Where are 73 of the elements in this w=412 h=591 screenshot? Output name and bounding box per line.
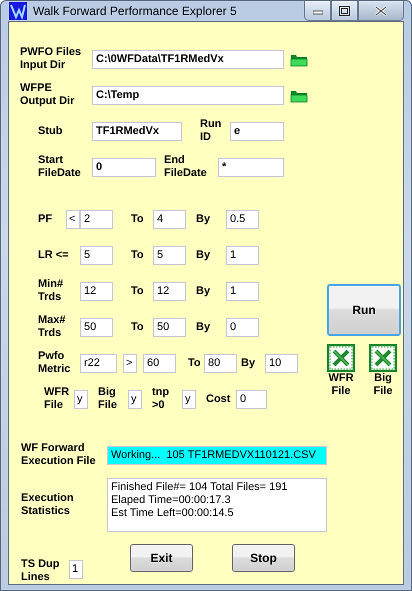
input-field[interactable]: 60 — [143, 354, 176, 372]
input-field[interactable]: 5 — [80, 246, 113, 264]
input-field[interactable]: 5 — [153, 246, 186, 264]
field-label: Start FileDate — [38, 154, 82, 180]
input-field[interactable]: 1 — [226, 282, 259, 300]
field-label: To — [131, 212, 145, 226]
field-label: By — [196, 212, 212, 226]
field-label: To — [131, 284, 145, 298]
action-button[interactable]: Stop — [232, 544, 295, 572]
maximize-button[interactable] — [331, 1, 358, 21]
icon-label: WFR File — [328, 372, 354, 398]
input-field[interactable]: 0 — [236, 390, 267, 408]
input-field[interactable]: 4 — [153, 210, 186, 228]
close-button[interactable] — [358, 1, 404, 21]
input-field[interactable]: y — [128, 390, 142, 408]
field-label: By — [196, 248, 212, 262]
input-field[interactable]: < — [66, 210, 80, 228]
input-field[interactable]: 10 — [265, 354, 298, 372]
field-label: PF — [38, 212, 52, 226]
field-label: PWFO Files Input Dir — [20, 46, 82, 72]
input-field[interactable]: TF1RMedVx — [92, 122, 182, 140]
field-label: To — [131, 320, 145, 334]
input-field[interactable]: 0 — [226, 318, 259, 336]
spreadsheet-icon[interactable] — [369, 344, 397, 372]
field-label: By — [196, 284, 212, 298]
minimize-button[interactable] — [304, 1, 331, 21]
field-label: To — [188, 356, 202, 370]
field-label: WFR File — [44, 386, 70, 412]
input-field[interactable]: C:\Temp — [92, 86, 284, 104]
field-label: Pwfo Metric — [38, 350, 70, 376]
close-icon — [375, 6, 387, 16]
field-label: Min# Trds — [38, 278, 64, 304]
input-field[interactable]: 50 — [80, 318, 113, 336]
statistics-box[interactable]: Finished File#= 104 Total Files= 191 Elaped Time=00:00:17.3 Est Time Left=00:00:14.5 — [107, 478, 327, 532]
input-field[interactable]: 80 — [204, 354, 237, 372]
app-logo-icon — [9, 2, 27, 20]
input-field[interactable]: 12 — [153, 282, 186, 300]
field-label: Max# Trds — [38, 314, 66, 340]
field-label: tnp >0 — [152, 386, 170, 412]
field-label: To — [131, 248, 145, 262]
input-field[interactable]: 0.5 — [226, 210, 259, 228]
input-field[interactable]: y — [182, 390, 196, 408]
run-button[interactable]: Run — [327, 284, 401, 336]
input-field[interactable]: * — [218, 158, 284, 176]
field-label: LR <= — [38, 248, 69, 262]
field-label: End FileDate — [164, 154, 208, 180]
field-label: TS Dup Lines — [21, 558, 60, 584]
field-label: Cost — [206, 392, 232, 406]
input-field[interactable]: C:\0WFData\TF1RMedVx — [92, 50, 284, 68]
action-button[interactable]: Exit — [130, 544, 193, 572]
field-label: By — [196, 320, 212, 334]
field-label: Execution Statistics — [21, 492, 75, 518]
window-title: Walk Forward Performance Explorer 5 — [33, 4, 237, 18]
input-field[interactable]: 50 — [153, 318, 186, 336]
icon-label: Big File — [374, 372, 392, 398]
input-field[interactable]: r22 — [80, 354, 117, 372]
field-label: By — [241, 356, 256, 370]
input-field[interactable]: y — [74, 390, 88, 408]
input-field[interactable]: Working... 105 TF1RMEDVX110121.CSV — [107, 446, 327, 464]
input-field[interactable]: 0 — [92, 158, 156, 176]
field-label: Stub — [38, 124, 64, 138]
input-field[interactable]: > — [123, 354, 137, 372]
input-field[interactable]: 12 — [80, 282, 113, 300]
maximize-icon — [339, 6, 350, 16]
input-field[interactable]: e — [230, 122, 284, 140]
field-label: WF Forward Execution File — [21, 442, 97, 468]
input-field[interactable]: 2 — [80, 210, 113, 228]
field-label: Big File — [98, 386, 118, 412]
field-label: Run ID — [200, 118, 222, 144]
spreadsheet-icon[interactable] — [327, 344, 355, 372]
input-field[interactable]: 1 — [69, 560, 83, 578]
input-field[interactable]: 1 — [226, 246, 259, 264]
field-label: WFPE Output Dir — [20, 82, 76, 108]
